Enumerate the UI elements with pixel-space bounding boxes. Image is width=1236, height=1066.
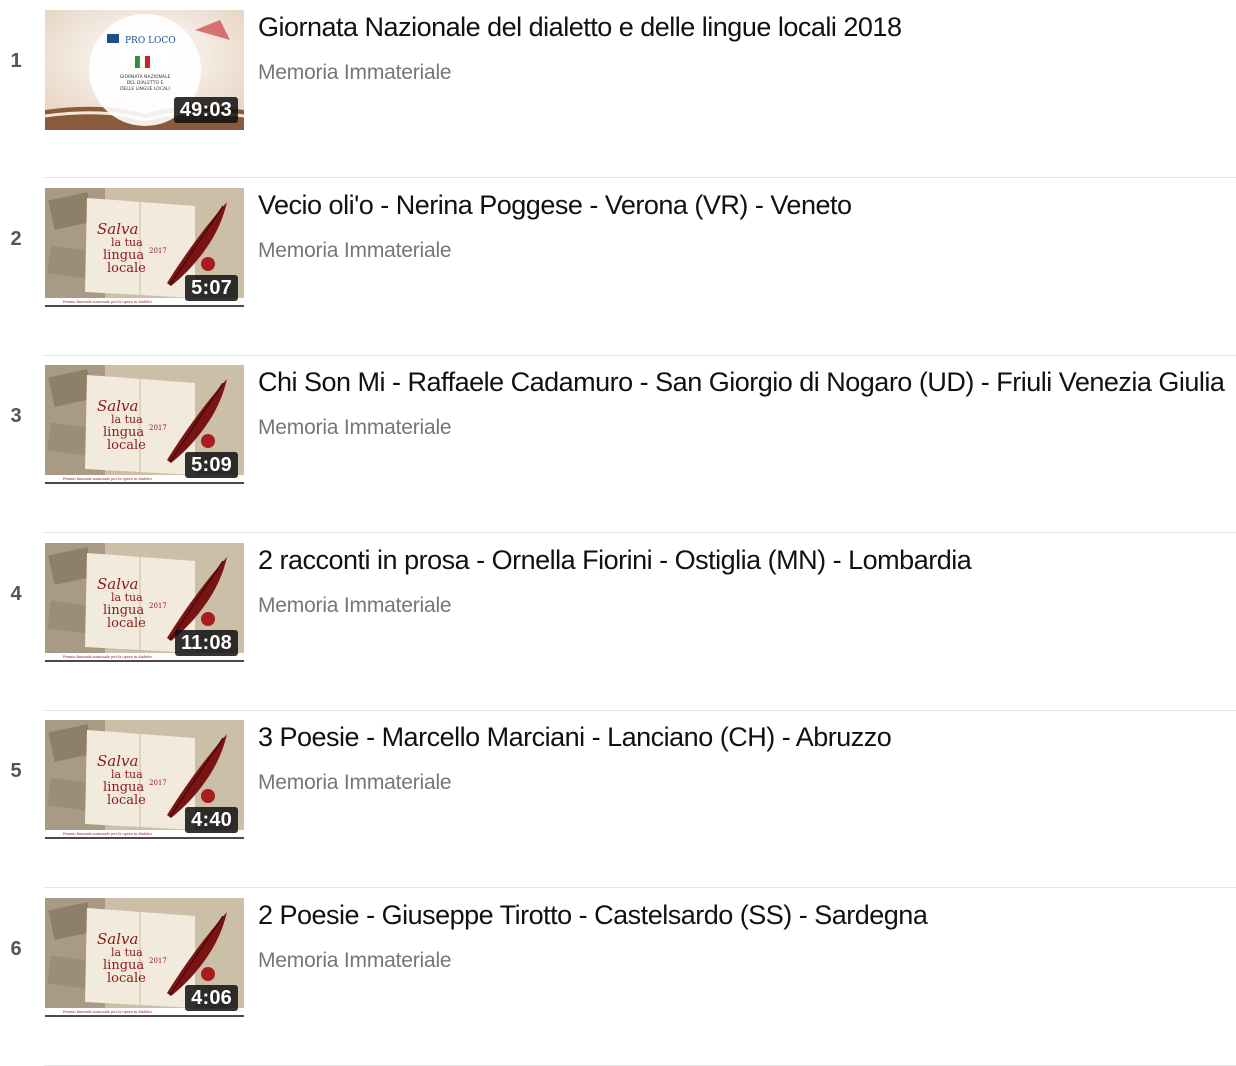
video-thumbnail[interactable]: PRO LOCO GIORNATA NAZIONALE DEL DIALETTO E… (45, 10, 244, 130)
video-thumbnail[interactable]: Salva la tua lingua locale 2017 Premio bienna… (45, 720, 244, 840)
video-thumbnail[interactable]: Salva la tua lingua locale 2017 Premio bienna… (45, 898, 244, 1018)
svg-text:DELLE LINGUE LOCALI: DELLE LINGUE LOCALI (120, 86, 170, 92)
channel-name[interactable]: Memoria Immateriale (258, 237, 452, 265)
item-index: 2 (10, 228, 22, 250)
svg-text:Premio biennale nazionale per: Premio biennale nazionale per la opera i… (63, 655, 152, 659)
svg-text:locale: locale (107, 793, 146, 808)
svg-text:2017: 2017 (149, 602, 167, 610)
item-index: 1 (10, 50, 22, 72)
playlist: 1 PRO LOCO GIORNATA NAZIONALE DEL DIALETTO… (0, 0, 1236, 1066)
svg-text:2017: 2017 (149, 247, 167, 255)
duration-badge: 5:09 (185, 452, 238, 478)
video-thumbnail[interactable]: Salva la tua lingua locale 2017 Premio bienna… (45, 188, 244, 308)
video-thumbnail[interactable]: Salva la tua lingua locale 2017 Premio bienna… (45, 543, 244, 663)
duration-badge: 11:08 (174, 630, 238, 656)
item-index: 6 (10, 938, 22, 960)
video-title[interactable]: 2 Poesie - Giuseppe Tirotto - Castelsard… (258, 898, 1234, 932)
video-title[interactable]: 2 racconti in prosa - Ornella Fiorini - … (258, 543, 1234, 577)
svg-text:GIORNATA NAZIONALE: GIORNATA NAZIONALE (120, 74, 171, 80)
svg-text:DEL DIALETTO E: DEL DIALETTO E (127, 80, 164, 86)
duration-badge: 4:40 (185, 807, 238, 833)
svg-text:2017: 2017 (149, 957, 167, 965)
video-title[interactable]: Giornata Nazionale del dialetto e delle … (258, 10, 1234, 44)
video-title[interactable]: Vecio oli'o - Nerina Poggese - Verona (V… (258, 188, 1234, 222)
channel-name[interactable]: Memoria Immateriale (258, 59, 452, 87)
channel-name[interactable]: Memoria Immateriale (258, 769, 452, 797)
channel-name[interactable]: Memoria Immateriale (258, 414, 452, 442)
svg-text:locale: locale (107, 438, 146, 453)
item-index: 4 (10, 583, 22, 605)
svg-text:PRO LOCO: PRO LOCO (125, 36, 176, 46)
svg-text:locale: locale (107, 261, 146, 276)
svg-text:Premio biennale nazionale per: Premio biennale nazionale per la opera i… (63, 1010, 152, 1014)
duration-badge: 4:06 (185, 985, 238, 1011)
svg-text:2017: 2017 (149, 424, 167, 432)
video-thumbnail[interactable]: Salva la tua lingua locale 2017 Premio bienna… (45, 365, 244, 485)
svg-text:2017: 2017 (149, 779, 167, 787)
playlist-item[interactable]: 4 Salva la tua lingua locale 2017 Premio bien… (0, 533, 1236, 711)
playlist-item[interactable]: 2 Salva la tua lingua locale 2017 Premio bien… (0, 178, 1236, 356)
svg-text:locale: locale (107, 616, 146, 631)
item-index: 5 (10, 760, 22, 782)
channel-name[interactable]: Memoria Immateriale (258, 947, 452, 975)
duration-badge: 5:07 (185, 275, 238, 301)
duration-badge: 49:03 (173, 97, 238, 123)
playlist-item[interactable]: 6 Salva la tua lingua locale 2017 Premio bien… (0, 888, 1236, 1066)
item-index: 3 (10, 405, 22, 427)
video-title[interactable]: 3 Poesie - Marcello Marciani - Lanciano … (258, 720, 1234, 754)
svg-text:Premio biennale nazionale per: Premio biennale nazionale per la opera i… (63, 477, 152, 481)
playlist-item[interactable]: 3 Salva la tua lingua locale 2017 Premio bien… (0, 355, 1236, 533)
playlist-item[interactable]: 1 PRO LOCO GIORNATA NAZIONALE DEL DIALETTO… (0, 0, 1236, 178)
svg-text:locale: locale (107, 971, 146, 986)
channel-name[interactable]: Memoria Immateriale (258, 592, 452, 620)
svg-text:Premio biennale nazionale per: Premio biennale nazionale per la opera i… (63, 300, 152, 304)
playlist-item[interactable]: 5 Salva la tua lingua locale 2017 Premio bien… (0, 710, 1236, 888)
svg-text:Premio biennale nazionale per: Premio biennale nazionale per la opera i… (63, 832, 152, 836)
video-title[interactable]: Chi Son Mi - Raffaele Cadamuro - San Gio… (258, 365, 1234, 399)
